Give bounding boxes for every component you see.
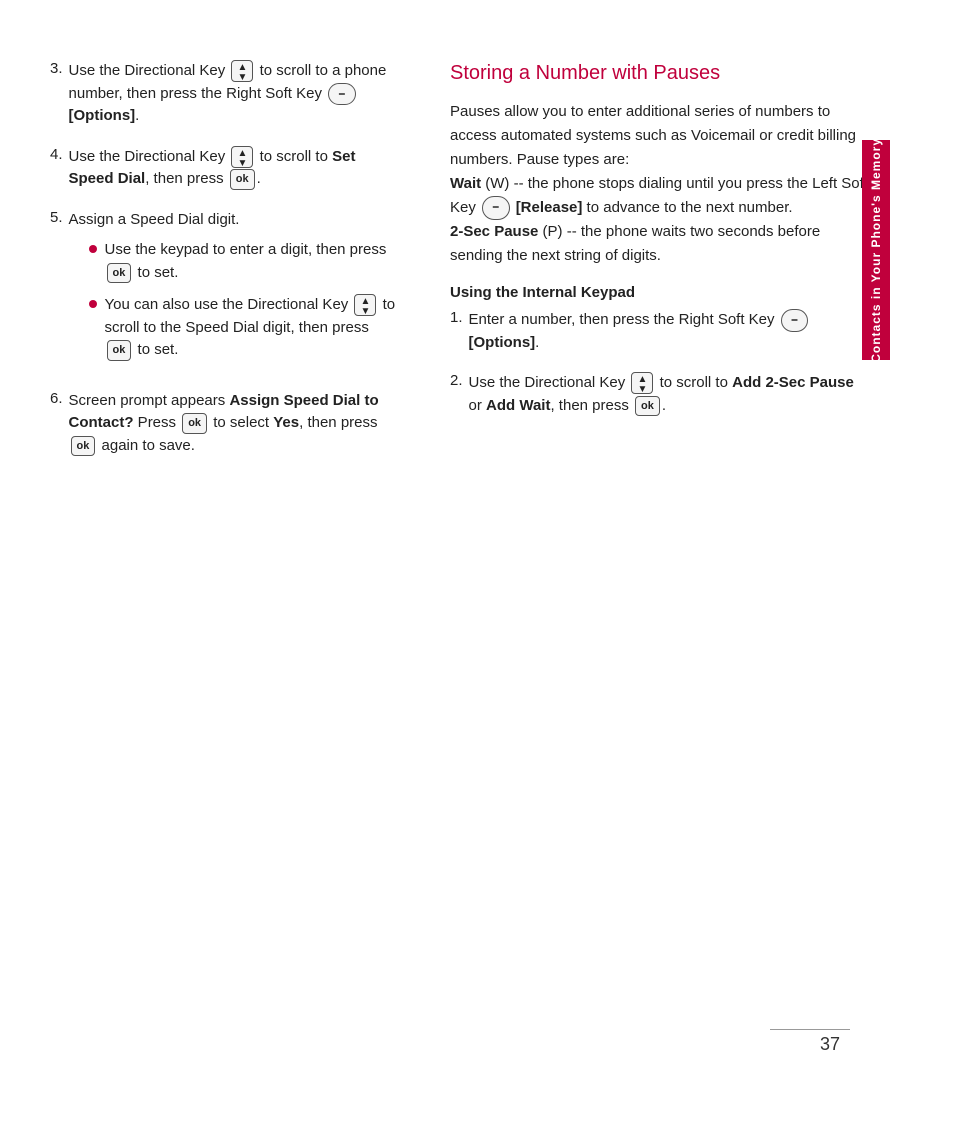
intro-paragraph: Pauses allow you to enter additional ser…	[450, 100, 870, 268]
ok-key-icon-5-2: ok	[107, 340, 132, 361]
ok-key-icon-r2: ok	[635, 396, 660, 417]
directional-key-icon-r2: ▲▼	[631, 372, 653, 394]
bullet-dot	[89, 245, 97, 253]
right-list-item-1: 1. Enter a number, then press the Right …	[450, 309, 870, 354]
right-soft-key-icon-r1: ⎯	[781, 309, 809, 332]
page-number: 37	[820, 1034, 840, 1055]
bullet-text-5-1: Use the keypad to enter a digit, then pr…	[105, 239, 400, 284]
list-item-5: 5. Assign a Speed Dial digit. Use the ke…	[50, 209, 400, 372]
yes-label: Yes	[273, 414, 299, 431]
list-item-4: 4. Use the Directional Key ▲▼ to scroll …	[50, 146, 400, 191]
right-item-content-2: Use the Directional Key ▲▼ to scroll to …	[469, 372, 870, 417]
release-label: [Release]	[516, 199, 583, 216]
left-soft-key-icon: ⎯	[482, 196, 510, 220]
item-content-6: Screen prompt appears Assign Speed Dial …	[69, 390, 400, 458]
sidebar-tab: Contacts in Your Phone's Memory	[862, 140, 890, 360]
wait-label: Wait	[450, 175, 481, 192]
list-item-6: 6. Screen prompt appears Assign Speed Di…	[50, 390, 400, 458]
ok-key-icon-6b: ok	[71, 436, 96, 457]
item-number-4: 4.	[50, 146, 63, 163]
list-item-3: 3. Use the Directional Key ▲▼ to scroll …	[50, 60, 400, 128]
item-number-5: 5.	[50, 209, 63, 226]
options-label: [Options]	[69, 107, 136, 124]
right-list-item-2: 2. Use the Directional Key ▲▼ to scroll …	[450, 372, 870, 417]
right-item-number-1: 1.	[450, 309, 463, 326]
sidebar-tab-label: Contacts in Your Phone's Memory	[869, 138, 883, 363]
ok-key-icon-5-1: ok	[107, 263, 132, 284]
left-column: 3. Use the Directional Key ▲▼ to scroll …	[0, 60, 430, 1085]
item-content-5: Assign a Speed Dial digit. Use the keypa…	[69, 209, 400, 372]
item-number-6: 6.	[50, 390, 63, 407]
bottom-rule	[770, 1029, 850, 1030]
add-wait-label: Add Wait	[486, 397, 550, 414]
options-label-r1: [Options]	[469, 334, 536, 351]
bullet-dot-2	[89, 300, 97, 308]
subheading-internal-keypad: Using the Internal Keypad	[450, 284, 870, 301]
item-content-4: Use the Directional Key ▲▼ to scroll to …	[69, 146, 400, 191]
right-item-number-2: 2.	[450, 372, 463, 389]
item-content-3: Use the Directional Key ▲▼ to scroll to …	[69, 60, 400, 128]
right-item-content-1: Enter a number, then press the Right Sof…	[469, 309, 870, 354]
directional-key-icon-2: ▲▼	[231, 146, 253, 168]
assign-label: Assign Speed Dial to Contact?	[69, 392, 379, 432]
set-speed-dial-label: Set Speed Dial	[69, 148, 356, 188]
page-container: 3. Use the Directional Key ▲▼ to scroll …	[0, 0, 954, 1145]
item-5-text: Assign a Speed Dial digit.	[69, 209, 400, 232]
directional-key-icon: ▲▼	[231, 60, 253, 82]
bullet-item-5-2: You can also use the Directional Key ▲▼ …	[89, 294, 400, 362]
pause-label: 2-Sec Pause	[450, 223, 538, 240]
ok-key-icon-6a: ok	[182, 413, 207, 434]
ok-key-icon: ok	[230, 169, 255, 190]
right-soft-key-icon: ⎯	[328, 83, 356, 106]
right-column: Storing a Number with Pauses Pauses allo…	[430, 60, 890, 1085]
bullet-list-5: Use the keypad to enter a digit, then pr…	[89, 239, 400, 362]
directional-key-icon-3: ▲▼	[354, 294, 376, 316]
bullet-text-5-2: You can also use the Directional Key ▲▼ …	[105, 294, 400, 362]
add-2sec-label: Add 2-Sec Pause	[732, 374, 854, 391]
section-title: Storing a Number with Pauses	[450, 60, 870, 86]
item-number-3: 3.	[50, 60, 63, 77]
bullet-item-5-1: Use the keypad to enter a digit, then pr…	[89, 239, 400, 284]
